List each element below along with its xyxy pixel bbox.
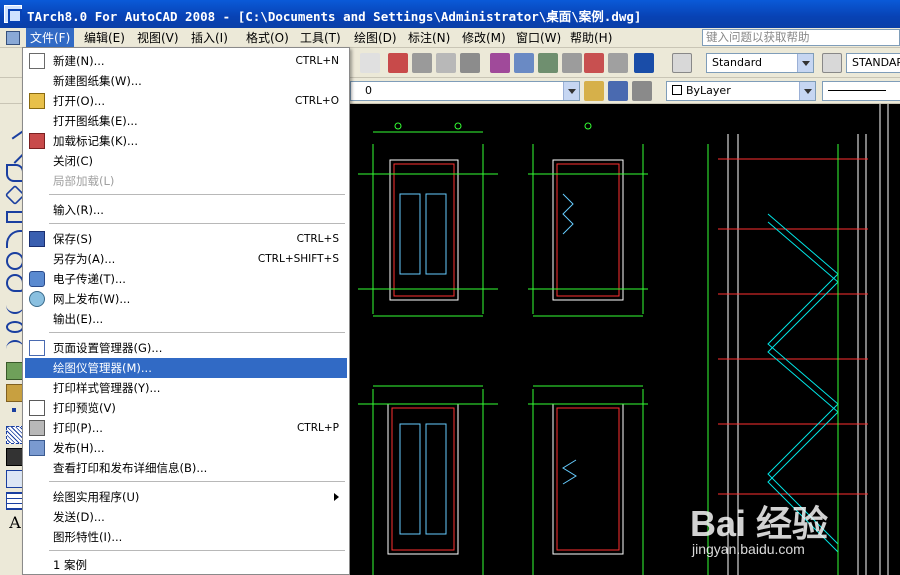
menu-item-partial-load: 局部加载(L) — [53, 174, 115, 188]
menu-window[interactable]: 窗口(W) — [512, 28, 565, 48]
text-style-icon[interactable] — [672, 53, 692, 73]
chevron-down-icon[interactable] — [799, 82, 815, 100]
menu-separator — [49, 550, 345, 551]
save-icon — [29, 231, 45, 247]
menu-item-save-as[interactable]: 另存为(A)... CTRL+SHIFT+S — [25, 249, 347, 269]
stair-plan-top-middle — [528, 122, 648, 317]
menu-tools[interactable]: 工具(T) — [296, 28, 345, 48]
publish-icon — [29, 440, 45, 456]
title-bar: TArch8.0 For AutoCAD 2008 - [C:\Document… — [0, 0, 900, 28]
sheet-set-icon[interactable] — [562, 53, 582, 73]
layer-state-icon[interactable] — [632, 81, 652, 101]
watermark-url: jingyan.baidu.com — [692, 541, 805, 557]
layer-previous-icon[interactable] — [608, 81, 628, 101]
menu-item-plot-details[interactable]: 查看打印和发布详细信息(B)... — [25, 458, 347, 478]
linetype-sample — [828, 90, 886, 91]
design-center-icon[interactable] — [514, 53, 534, 73]
menu-item-save[interactable]: 保存(S) CTRL+S — [25, 229, 347, 249]
color-swatch — [672, 85, 682, 95]
menu-item-load-markup[interactable]: 加载标记集(K)... — [25, 131, 347, 151]
stair-plan-bottom-left — [358, 385, 498, 575]
menu-draw[interactable]: 绘图(D) — [350, 28, 401, 48]
menu-help[interactable]: 帮助(H) — [566, 28, 616, 48]
menu-item-plot[interactable]: 打印(P)... CTRL+P — [25, 418, 347, 438]
menu-item-plotter-manager[interactable]: 绘图仪管理器(M)... — [25, 358, 347, 378]
menu-format[interactable]: 格式(O) — [242, 28, 293, 48]
menu-separator — [49, 332, 345, 333]
menu-item-page-setup[interactable]: 页面设置管理器(G)... — [25, 338, 347, 358]
chevron-down-icon[interactable] — [563, 82, 579, 100]
pan-icon[interactable] — [388, 53, 408, 73]
menu-item-new[interactable]: 新建(N)... CTRL+N — [25, 51, 347, 71]
menu-item-publish-web[interactable]: 网上发布(W)... — [25, 289, 347, 309]
linetype-select[interactable] — [822, 81, 900, 101]
menu-item-etransmit[interactable]: 电子传递(T)... — [25, 269, 347, 289]
menu-dimension[interactable]: 标注(N) — [404, 28, 454, 48]
menu-item-open-sheet-set[interactable]: 打开图纸集(E)... — [25, 111, 347, 131]
menu-item-drawing-utilities[interactable]: 绘图实用程序(U) — [25, 487, 347, 507]
dim-style-select[interactable]: STANDARD — [846, 53, 900, 73]
color-select[interactable]: ByLayer — [666, 81, 816, 101]
menu-insert[interactable]: 插入(I) — [187, 28, 232, 48]
markup-icon — [29, 133, 45, 149]
menu-item-new-sheet-set[interactable]: 新建图纸集(W)... — [25, 71, 347, 91]
menu-item-recent-file-1[interactable]: 1 案例 — [25, 555, 347, 575]
layer-select[interactable]: 0 — [350, 81, 580, 101]
zoom-realtime-icon[interactable] — [412, 53, 432, 73]
redo-icon[interactable] — [360, 53, 380, 73]
properties-icon[interactable] — [490, 53, 510, 73]
document-system-icon[interactable] — [6, 31, 20, 45]
menu-edit[interactable]: 编辑(E) — [80, 28, 129, 48]
dim-style-icon[interactable] — [822, 53, 842, 73]
menu-item-drawing-properties[interactable]: 图形特性(I)... — [25, 527, 347, 547]
menu-separator — [49, 223, 345, 224]
stair-plan-bottom-middle — [528, 385, 648, 575]
print-icon — [29, 420, 45, 436]
window-title: TArch8.0 For AutoCAD 2008 - [C:\Document… — [27, 9, 642, 24]
menu-item-publish[interactable]: 发布(H)... — [25, 438, 347, 458]
chevron-down-icon[interactable] — [797, 54, 813, 72]
submenu-arrow-icon — [334, 493, 339, 501]
menu-separator — [49, 481, 345, 482]
file-menu-dropdown: 新建(N)... CTRL+N 新建图纸集(W)... 打开(O)... CTR… — [22, 47, 350, 575]
help-icon[interactable] — [634, 53, 654, 73]
markup-set-icon[interactable] — [584, 53, 604, 73]
stair-plan-top-left — [358, 122, 498, 317]
menu-item-plot-preview[interactable]: 打印预览(V) — [25, 398, 347, 418]
tool-palettes-icon[interactable] — [538, 53, 558, 73]
menu-view[interactable]: 视图(V) — [133, 28, 183, 48]
menu-separator — [49, 194, 345, 195]
menu-modify[interactable]: 修改(M) — [458, 28, 510, 48]
new-file-icon — [29, 53, 45, 69]
menu-item-export[interactable]: 输出(E)... — [25, 309, 347, 329]
print-preview-icon — [29, 400, 45, 416]
zoom-previous-icon[interactable] — [460, 53, 480, 73]
autocad-app-icon[interactable] — [4, 5, 22, 23]
open-folder-icon — [29, 93, 45, 109]
menu-file[interactable]: 文件(F) — [26, 28, 75, 48]
publish-web-icon — [29, 291, 45, 307]
text-style-select[interactable]: Standard — [706, 53, 814, 73]
make-layer-current-icon[interactable] — [584, 81, 604, 101]
help-search-input[interactable]: 键入问题以获取帮助 — [702, 29, 900, 46]
page-setup-icon — [29, 340, 45, 356]
etransmit-icon — [29, 271, 45, 287]
menu-item-close[interactable]: 关闭(C) — [25, 151, 347, 171]
point-icon[interactable] — [12, 408, 16, 412]
menu-item-open[interactable]: 打开(O)... CTRL+O — [25, 91, 347, 111]
calculator-icon[interactable] — [608, 53, 628, 73]
watermark: Bai 经验 jingyan.baidu.com — [690, 495, 890, 570]
watermark-brand: Bai 经验 — [690, 503, 829, 544]
menu-item-send[interactable]: 发送(D)... — [25, 507, 347, 527]
menu-item-plot-style-manager[interactable]: 打印样式管理器(Y)... — [25, 378, 347, 398]
zoom-window-icon[interactable] — [436, 53, 456, 73]
menu-item-import[interactable]: 输入(R)... — [25, 200, 347, 220]
